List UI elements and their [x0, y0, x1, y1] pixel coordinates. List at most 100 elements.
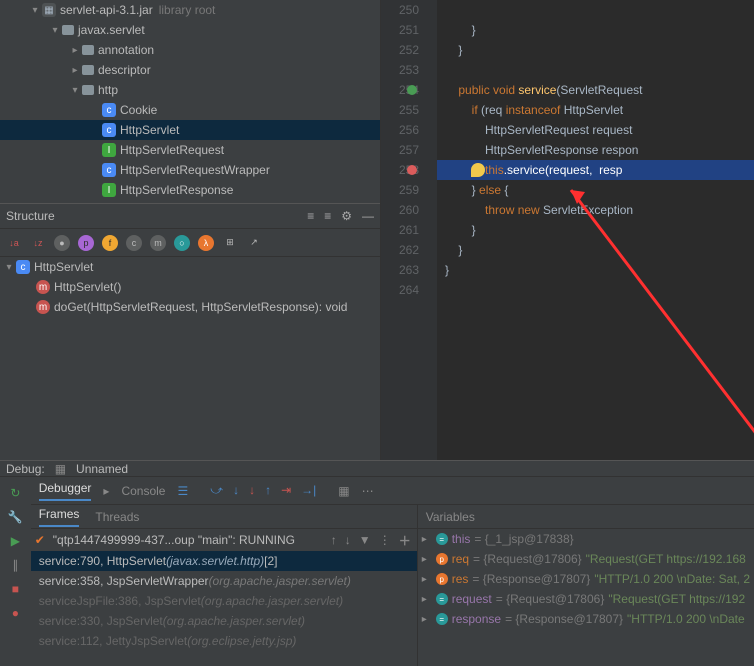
code-line[interactable]: }	[437, 40, 754, 60]
tree-folder[interactable]: annotation	[98, 43, 154, 57]
tree-item-httpservletrequestwrapper[interactable]: cHttpServletRequestWrapper	[0, 160, 380, 180]
gutter-line[interactable]: 263	[381, 260, 419, 280]
configure-button[interactable]: 🔧	[7, 509, 23, 525]
tree-item-httpservletrequest[interactable]: IHttpServletRequest	[0, 140, 380, 160]
step-out-button[interactable]: ↑	[265, 483, 271, 498]
next-frame-button[interactable]: ↓	[345, 533, 351, 547]
gutter-line[interactable]: 251	[381, 20, 419, 40]
thread-name[interactable]: "qtp1447499999-437...oup "main": RUNNING	[53, 533, 323, 547]
structure-tree[interactable]: cHttpServlet mHttpServlet() mdoGet(HttpS…	[0, 257, 380, 460]
stack-frame[interactable]: service:330, JspServlet (org.apache.jasp…	[31, 611, 417, 631]
stack-frame[interactable]: service:112, JettyJspServlet (org.eclips…	[31, 631, 417, 651]
view-breakpoints-button[interactable]: ●	[7, 605, 23, 621]
pause-button[interactable]: ∥	[7, 557, 23, 573]
filter-anon-icon[interactable]: ⊞	[222, 235, 238, 251]
gutter-line[interactable]: 259	[381, 180, 419, 200]
filter-icon[interactable]: ●	[54, 235, 70, 251]
rerun-button[interactable]: ↻	[7, 485, 23, 501]
intention-bulb-icon[interactable]	[471, 163, 485, 177]
stack-frame[interactable]: service:358, JspServletWrapper (org.apac…	[31, 571, 417, 591]
code-line[interactable]: if (req instanceof HttpServlet	[437, 100, 754, 120]
breakpoint-icon[interactable]	[407, 85, 417, 95]
code-line[interactable]: HttpServletResponse respon	[437, 140, 754, 160]
more-button[interactable]: ⋯	[362, 484, 374, 498]
stack-frame[interactable]: serviceJspFile:386, JspServlet (org.apac…	[31, 591, 417, 611]
gutter-line[interactable]: 258	[381, 160, 419, 180]
filter-frames-button[interactable]: ▼	[359, 533, 371, 547]
chevron-right-icon[interactable]	[70, 65, 80, 76]
gutter-line[interactable]: 254	[381, 80, 419, 100]
chevron-right-icon[interactable]: ▸	[422, 554, 432, 565]
chevron-right-icon[interactable]: ▸	[422, 574, 432, 585]
minimize-icon[interactable]: —	[362, 209, 374, 223]
gutter-line[interactable]: 260	[381, 200, 419, 220]
code-line[interactable]: HttpServletRequest request	[437, 120, 754, 140]
add-button[interactable]: ＋	[399, 532, 411, 549]
editor-gutter[interactable]: 2502512522532542552562572582592602612622…	[381, 0, 437, 460]
code-line[interactable]	[437, 280, 754, 300]
sort-az-icon[interactable]: ↓a	[6, 235, 22, 251]
step-over-button[interactable]: ⤻	[210, 483, 223, 498]
expand-icon[interactable]: ≡	[307, 209, 314, 223]
breakpoint-icon[interactable]	[407, 165, 417, 175]
collapse-icon[interactable]: ≡	[324, 209, 331, 223]
gutter-line[interactable]: 250	[381, 0, 419, 20]
sort-za-icon[interactable]: ↓z	[30, 235, 46, 251]
structure-class[interactable]: HttpServlet	[34, 260, 93, 274]
step-into-button[interactable]: ↓	[233, 483, 239, 498]
chevron-down-icon[interactable]	[4, 262, 14, 273]
resume-button[interactable]: ▶	[7, 533, 23, 549]
tab-frames[interactable]: Frames	[39, 507, 80, 527]
code-line[interactable]: }	[437, 220, 754, 240]
structure-member[interactable]: doGet(HttpServletRequest, HttpServletRes…	[54, 300, 347, 314]
code-line[interactable]: this.service(request, resp	[437, 160, 754, 180]
gutter-line[interactable]: 256	[381, 120, 419, 140]
autoscroll-icon[interactable]: ↗	[246, 235, 262, 251]
tree-folder[interactable]: http	[98, 83, 118, 97]
variable-row[interactable]: ▸=response = {Response@17807} "HTTP/1.0 …	[418, 609, 754, 629]
filter-f-icon[interactable]: f	[102, 235, 118, 251]
gutter-line[interactable]: 257	[381, 140, 419, 160]
stop-button[interactable]: ■	[7, 581, 23, 597]
threads-icon[interactable]: ☰	[177, 484, 188, 498]
chevron-down-icon[interactable]	[50, 25, 60, 36]
tree-package[interactable]: javax.servlet	[78, 23, 145, 37]
stack-frame[interactable]: service:790, HttpServlet (javax.servlet.…	[31, 551, 417, 571]
project-tree[interactable]: ▦servlet-api-3.1.jarlibrary root javax.s…	[0, 0, 380, 203]
gutter-line[interactable]: 252	[381, 40, 419, 60]
gutter-line[interactable]: 262	[381, 240, 419, 260]
tree-jar[interactable]: servlet-api-3.1.jar	[60, 3, 153, 17]
structure-member[interactable]: HttpServlet()	[54, 280, 121, 294]
chevron-down-icon[interactable]	[30, 5, 40, 16]
gutter-line[interactable]: 261	[381, 220, 419, 240]
chevron-right-icon[interactable]: ▸	[422, 614, 432, 625]
filter-cyan-icon[interactable]: ○	[174, 235, 190, 251]
code-line[interactable]: }	[437, 240, 754, 260]
gutter-line[interactable]: 264	[381, 280, 419, 300]
tree-folder[interactable]: descriptor	[98, 63, 151, 77]
variable-row[interactable]: ▸=request = {Request@17806} "Request(GET…	[418, 589, 754, 609]
more-frames-button[interactable]: ⋮	[379, 533, 391, 547]
tab-threads[interactable]: Threads	[95, 510, 139, 524]
variable-row[interactable]: ▸=this = {_1_jsp@17838}	[418, 529, 754, 549]
drop-frame-button[interactable]: ⇥	[281, 483, 291, 498]
gutter-line[interactable]: 253	[381, 60, 419, 80]
filter-lambda-icon[interactable]: λ	[198, 235, 214, 251]
evaluate-button[interactable]: ▦	[338, 484, 349, 498]
force-step-into-button[interactable]: ↓	[249, 483, 255, 498]
prev-frame-button[interactable]: ↑	[331, 533, 337, 547]
gear-icon[interactable]: ⚙	[341, 209, 352, 223]
gutter-line[interactable]: 255	[381, 100, 419, 120]
tree-item-httpservlet[interactable]: cHttpServlet	[0, 120, 380, 140]
code-line[interactable]: }	[437, 260, 754, 280]
tree-item-cookie[interactable]: cCookie	[0, 100, 380, 120]
code-line[interactable]	[437, 0, 754, 20]
filter-c-icon[interactable]: c	[126, 235, 142, 251]
filter-m-icon[interactable]: m	[150, 235, 166, 251]
code-line[interactable]: }	[437, 20, 754, 40]
filter-p-icon[interactable]: p	[78, 235, 94, 251]
tab-debugger[interactable]: Debugger	[39, 481, 92, 501]
code-line[interactable]	[437, 60, 754, 80]
variable-row[interactable]: ▸pres = {Response@17807} "HTTP/1.0 200 \…	[418, 569, 754, 589]
variable-row[interactable]: ▸preq = {Request@17806} "Request(GET htt…	[418, 549, 754, 569]
